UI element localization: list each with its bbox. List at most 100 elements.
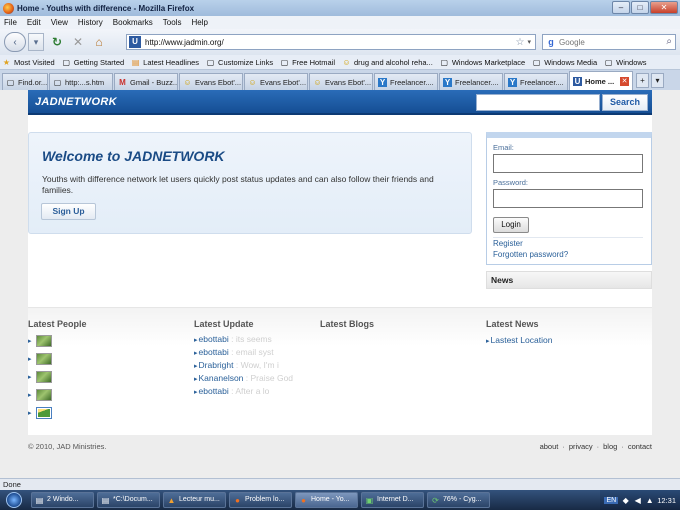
sign-up-button[interactable]: Sign Up bbox=[41, 203, 96, 220]
update-author-link[interactable]: ebottabi bbox=[199, 386, 229, 396]
reload-button[interactable]: ↻ bbox=[49, 34, 65, 50]
language-indicator[interactable]: EN bbox=[604, 496, 619, 504]
tab-freelancer-3[interactable]: Y Freelancer.... bbox=[504, 73, 568, 90]
site-logo[interactable]: JADNETWORK bbox=[35, 96, 117, 108]
url-text[interactable]: http://www.jadmin.org/ bbox=[145, 38, 516, 47]
taskbar-item-documents[interactable]: ▤ *C:\Docum... bbox=[97, 492, 160, 508]
avatar[interactable] bbox=[36, 334, 52, 347]
bookmark-most-visited[interactable]: ★ Most Visited bbox=[2, 58, 55, 67]
email-field[interactable] bbox=[493, 154, 643, 173]
footer-about-link[interactable]: about bbox=[540, 442, 559, 451]
taskbar-item-windows[interactable]: ▤ 2 Windo... bbox=[31, 492, 94, 508]
bookmark-windows-marketplace[interactable]: ▢ Windows Marketplace bbox=[440, 58, 526, 67]
update-author-link[interactable]: ebottabi bbox=[199, 334, 229, 344]
person-item[interactable]: ▸ bbox=[28, 370, 54, 383]
clock[interactable]: 12:31 bbox=[657, 496, 676, 505]
site-header: JADNETWORK Search bbox=[28, 90, 652, 115]
system-tray: EN ◆ ◀ ▲ 12:31 bbox=[600, 490, 680, 510]
welcome-title: Welcome to JADNETWORK bbox=[42, 148, 225, 164]
tab-evans-3[interactable]: ☺ Evans Ebot'... bbox=[309, 73, 373, 90]
person-item[interactable]: ▸ bbox=[28, 388, 54, 401]
person-item[interactable]: ▸ bbox=[28, 352, 54, 365]
arrow-right-icon: ▸ bbox=[194, 350, 198, 357]
new-tab-button[interactable]: + bbox=[636, 73, 649, 88]
search-icon[interactable]: ⌕ bbox=[666, 36, 672, 47]
tab-freelancer-2[interactable]: Y Freelancer.... bbox=[439, 73, 503, 90]
tab-freelancer-1[interactable]: Y Freelancer.... bbox=[374, 73, 438, 90]
site-search-button[interactable]: Search bbox=[602, 94, 648, 111]
bookmark-star-icon[interactable]: ☆ bbox=[516, 37, 525, 48]
start-button[interactable] bbox=[0, 490, 28, 510]
bookmark-free-hotmail[interactable]: ▢ Free Hotmail bbox=[280, 58, 335, 67]
bookmark-drug-alcohol[interactable]: ☺ drug and alcohol reha... bbox=[342, 58, 432, 67]
taskbar-item-problem[interactable]: ● Problem lo... bbox=[229, 492, 292, 508]
news-item[interactable]: ▸Lastest Location bbox=[486, 335, 552, 345]
taskbar-item-media-player[interactable]: ▲ Lecteur mu... bbox=[163, 492, 226, 508]
tab-home-active[interactable]: U Home ... ✕ bbox=[569, 71, 633, 90]
avatar[interactable] bbox=[36, 388, 52, 401]
google-engine-icon[interactable]: g bbox=[545, 36, 557, 48]
menu-help[interactable]: Help bbox=[191, 18, 207, 27]
stop-button[interactable]: ✕ bbox=[70, 34, 86, 50]
bookmark-getting-started[interactable]: ▢ Getting Started bbox=[62, 58, 124, 67]
menu-history[interactable]: History bbox=[78, 18, 103, 27]
url-dropdown-icon[interactable]: ▾ bbox=[527, 38, 531, 46]
taskbar-item-cygwin[interactable]: ⟳ 76% - Cyg... bbox=[427, 492, 490, 508]
history-dropdown-button[interactable]: ▾ bbox=[28, 33, 44, 51]
browser-search-input[interactable] bbox=[559, 37, 655, 47]
person-item[interactable]: ▸ bbox=[28, 406, 54, 419]
maximize-button[interactable]: □ bbox=[631, 1, 649, 14]
back-button[interactable]: ‹ bbox=[4, 32, 26, 52]
shield-icon[interactable]: ▲ bbox=[645, 496, 654, 505]
taskbar-item-home[interactable]: ● Home - Yo... bbox=[295, 492, 358, 508]
page-icon: ▢ bbox=[53, 77, 62, 87]
tab-find[interactable]: ▢ Find.or... bbox=[2, 73, 48, 90]
menu-file[interactable]: File bbox=[4, 18, 17, 27]
close-tab-icon[interactable]: ✕ bbox=[620, 76, 629, 86]
login-button[interactable]: Login bbox=[493, 217, 529, 233]
vlc-icon: ▲ bbox=[167, 495, 176, 505]
tab-list-button[interactable]: ▾ bbox=[651, 73, 664, 88]
minimize-button[interactable]: – bbox=[612, 1, 630, 14]
home-button[interactable]: ⌂ bbox=[91, 34, 107, 50]
footer-contact-link[interactable]: contact bbox=[628, 442, 652, 451]
page-viewport: JADNETWORK Search Welcome to JADNETWORK … bbox=[0, 90, 680, 478]
volume-icon[interactable]: ◀ bbox=[633, 496, 642, 505]
password-field[interactable] bbox=[493, 189, 643, 208]
bookmark-windows-media[interactable]: ▢ Windows Media bbox=[532, 58, 597, 67]
footer-blog-link[interactable]: blog bbox=[603, 442, 617, 451]
tab-evans-1[interactable]: ☺ Evans Ebot'... bbox=[179, 73, 243, 90]
bookmark-windows[interactable]: ▢ Windows bbox=[604, 58, 647, 67]
menu-tools[interactable]: Tools bbox=[163, 18, 182, 27]
register-link[interactable]: Register bbox=[493, 239, 523, 248]
bookmark-latest-headlines[interactable]: ▤ Latest Headlines bbox=[131, 58, 199, 67]
tab-label: Freelancer.... bbox=[520, 77, 564, 87]
tab-gmail[interactable]: M Gmail - Buzz... bbox=[114, 73, 178, 90]
network-icon[interactable]: ◆ bbox=[621, 496, 630, 505]
forgot-password-link[interactable]: Forgotten password? bbox=[493, 250, 568, 259]
update-author-link[interactable]: Kananelson bbox=[199, 373, 244, 383]
taskbar-item-internet[interactable]: ▣ Internet D... bbox=[361, 492, 424, 508]
tab-htm[interactable]: ▢ http:...s.htm bbox=[49, 73, 113, 90]
news-item-link[interactable]: Lastest Location bbox=[491, 335, 553, 345]
menu-view[interactable]: View bbox=[51, 18, 68, 27]
browser-search-box[interactable]: g ⌕ bbox=[542, 34, 676, 50]
person-item[interactable]: ▸ bbox=[28, 334, 54, 347]
menu-edit[interactable]: Edit bbox=[27, 18, 41, 27]
menu-bookmarks[interactable]: Bookmarks bbox=[113, 18, 153, 27]
avatar[interactable] bbox=[36, 352, 52, 365]
site-identity-icon[interactable]: U bbox=[129, 36, 141, 48]
close-window-button[interactable]: ✕ bbox=[650, 1, 678, 14]
url-bar[interactable]: U http://www.jadmin.org/ ☆ ▾ bbox=[126, 34, 536, 50]
bookmark-customize-links[interactable]: ▢ Customize Links bbox=[206, 58, 273, 67]
update-author-link[interactable]: Drabright bbox=[199, 360, 234, 370]
tab-evans-2[interactable]: ☺ Evans Ebot'... bbox=[244, 73, 308, 90]
avatar[interactable] bbox=[36, 370, 52, 383]
arrow-right-icon: ▸ bbox=[194, 376, 198, 383]
avatar[interactable] bbox=[36, 406, 52, 419]
arrow-right-icon: ▸ bbox=[28, 373, 32, 381]
footer-privacy-link[interactable]: privacy bbox=[569, 442, 593, 451]
navigation-toolbar: ‹ ▾ ↻ ✕ ⌂ U http://www.jadmin.org/ ☆ ▾ g… bbox=[0, 29, 680, 55]
update-author-link[interactable]: ebottabi bbox=[199, 347, 229, 357]
site-search-input[interactable] bbox=[476, 94, 600, 111]
